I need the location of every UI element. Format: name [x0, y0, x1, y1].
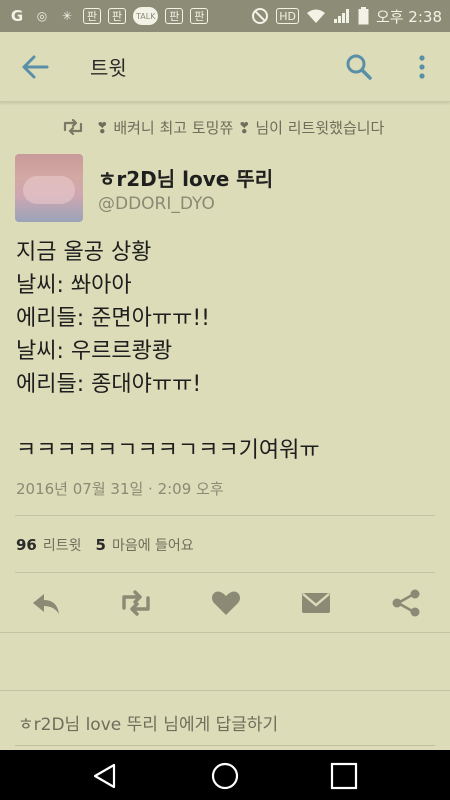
- app-notification-icon: 판: [108, 8, 126, 24]
- reply-input[interactable]: ㅎr2D님 love 뚜리 님에게 답글하기: [0, 690, 450, 750]
- reply-placeholder: ㅎr2D님 love 뚜리 님에게 답글하기: [18, 715, 279, 735]
- tweet-line: 날씨: 쏴아아: [16, 273, 132, 298]
- more-options-icon[interactable]: [414, 52, 430, 82]
- reply-underline: [15, 745, 435, 746]
- back-nav-icon[interactable]: [90, 761, 120, 791]
- wifi-icon: [306, 9, 325, 23]
- author-name[interactable]: ㅎr2D님 love 뚜리: [98, 163, 273, 192]
- home-nav-icon[interactable]: [210, 761, 240, 791]
- search-icon[interactable]: [344, 52, 374, 82]
- navigation-bar: [0, 750, 450, 800]
- app-bar: 트윗: [0, 32, 450, 102]
- tweet-text: 지금 올공 상황 날씨: 쏴아아 에리들: 준면아ㅠㅠ!! 날씨: 우르르쾅쾅 …: [16, 236, 436, 467]
- kakaotalk-icon: TALK: [133, 7, 159, 25]
- hd-icon: HD: [276, 8, 299, 24]
- status-bar: G ◎ ✳ 판 판 TALK 판 판 HD 오후 2:38: [0, 0, 450, 32]
- tweet-timestamp: 2016년 07월 31일 · 2:09 오후: [16, 480, 224, 498]
- system-icons: HD 오후 2:38: [251, 6, 442, 27]
- app-notification-icon: 판: [165, 8, 184, 24]
- retweet-context[interactable]: ❣ 배켜니 최고 토밍쮸 ❣ 님이 리트윗했습니다: [62, 116, 430, 138]
- app-notification-icon: ✳: [61, 9, 73, 23]
- tweet-line: 에리들: 준면아ㅠㅠ!!: [16, 306, 210, 331]
- retweet-count[interactable]: 96: [16, 536, 37, 554]
- share-icon[interactable]: [390, 588, 422, 618]
- like-heart-icon[interactable]: [210, 588, 242, 618]
- app-notification-icon: 판: [83, 8, 101, 24]
- tweet-line: ㅋㅋㅋㅋㅋㄱㅋㅋㄱㅋㅋ기여워ㅠ: [16, 438, 320, 463]
- divider: [15, 515, 435, 516]
- signal-icon: [333, 9, 349, 23]
- notification-icons: G ◎ ✳ 판 판 TALK 판 판: [8, 7, 209, 25]
- reply-icon[interactable]: [30, 588, 62, 618]
- tweet-line: 날씨: 우르르쾅쾅: [16, 339, 173, 364]
- no-disturb-icon: [252, 8, 269, 24]
- app-notification-icon: ◎: [36, 9, 48, 23]
- like-count-label[interactable]: 마음에 들어요: [112, 535, 194, 555]
- app-notification-icon: 판: [190, 8, 209, 24]
- retweet-count-label[interactable]: 리트윗: [43, 535, 82, 555]
- divider: [15, 572, 435, 573]
- retweet-icon[interactable]: [118, 588, 154, 618]
- battery-icon: [358, 7, 369, 25]
- tweet-line: 지금 올공 상황: [16, 240, 152, 265]
- direct-message-icon[interactable]: [300, 588, 332, 618]
- page-title: 트윗: [90, 56, 127, 80]
- tweet-line: 에리들: 종대야ㅠㅠ!: [16, 372, 202, 397]
- tweet-stats: 96 리트윗 5 마음에 들어요: [16, 535, 208, 555]
- like-count[interactable]: 5: [96, 536, 106, 554]
- divider: [0, 632, 450, 633]
- tweet-actions: [0, 584, 450, 624]
- recent-apps-icon[interactable]: [329, 761, 359, 791]
- tweet-line: [16, 401, 436, 434]
- author-handle[interactable]: @DDORI_DYO: [98, 194, 215, 214]
- back-arrow-icon[interactable]: [20, 53, 50, 81]
- retweet-context-text: ❣ 배켜니 최고 토밍쮸 ❣ 님이 리트윗했습니다: [96, 118, 385, 137]
- avatar[interactable]: [15, 154, 83, 222]
- clock: 오후 2:38: [375, 7, 442, 26]
- retweet-icon: [63, 118, 83, 136]
- google-icon: G: [10, 7, 24, 25]
